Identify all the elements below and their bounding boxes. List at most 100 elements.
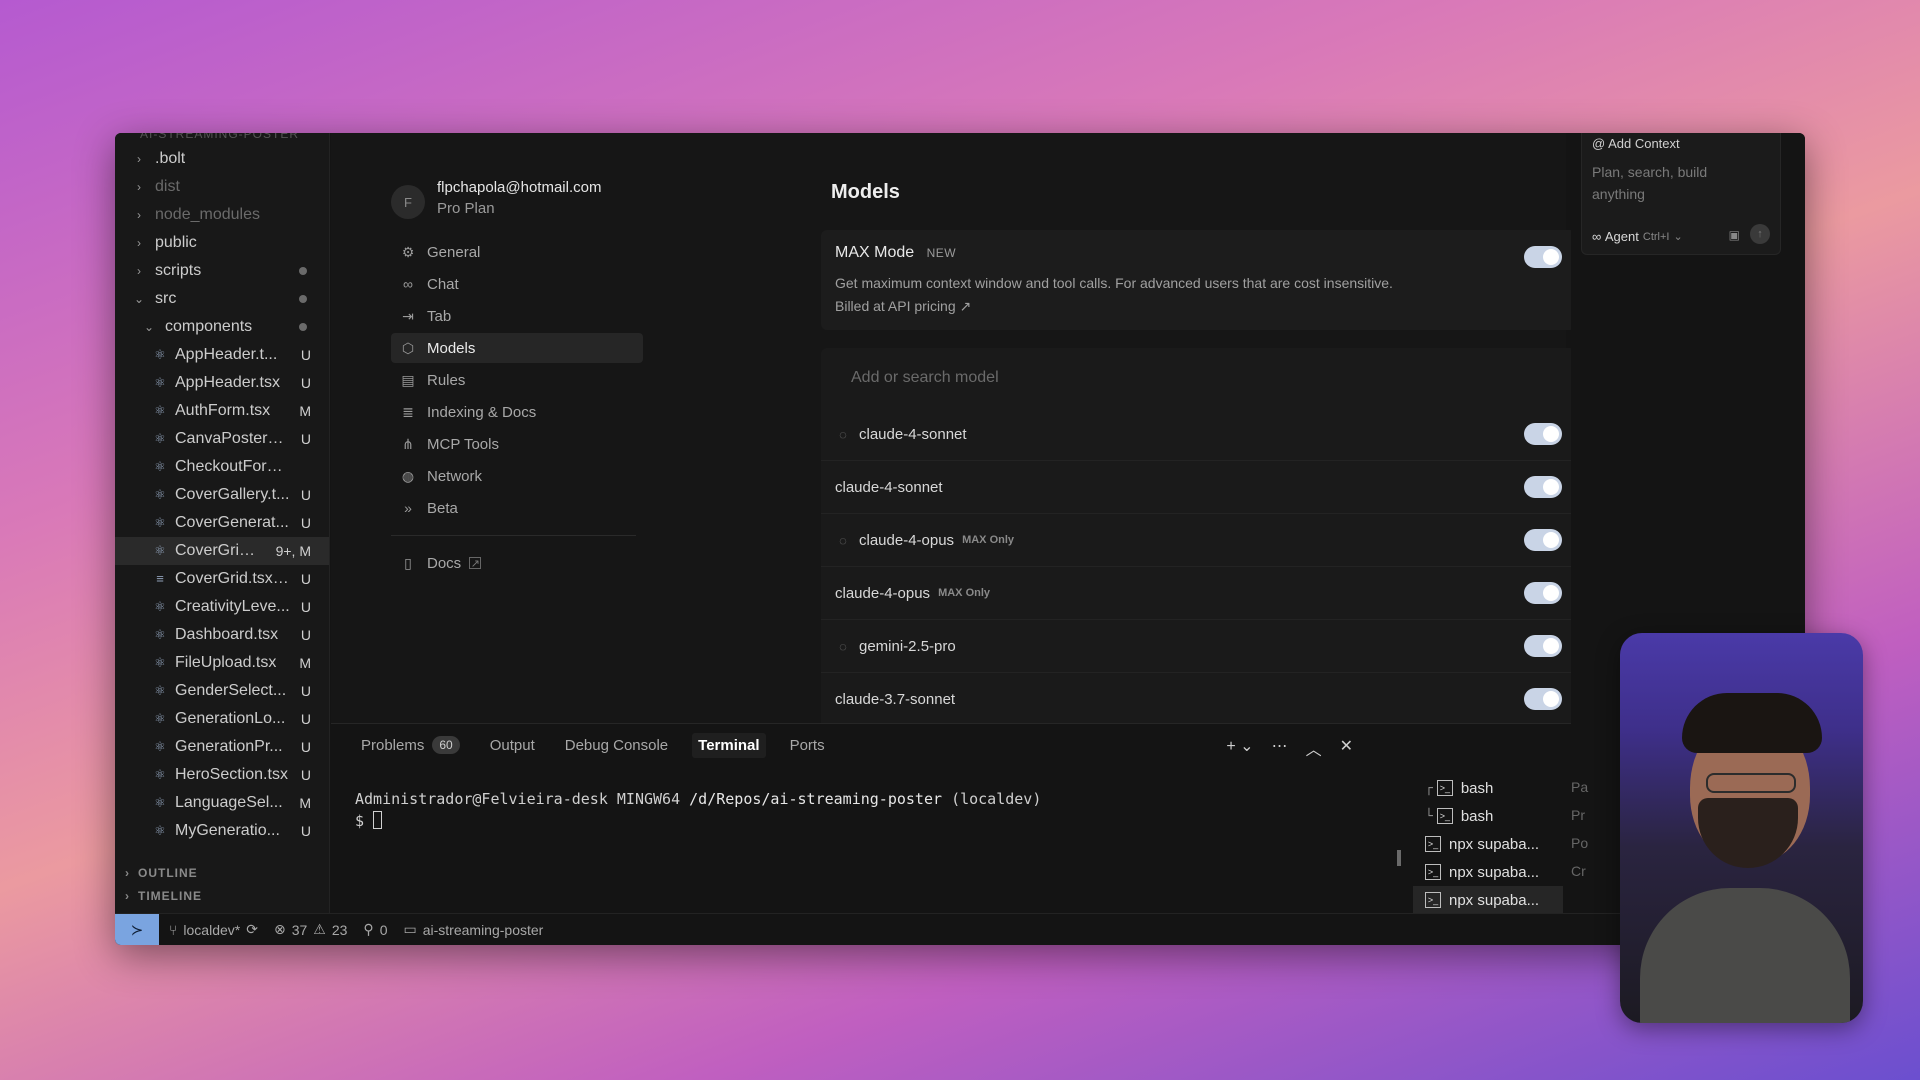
folder-item[interactable]: › node_modules (115, 201, 329, 229)
model-toggle[interactable] (1524, 423, 1562, 445)
nav-item-chat[interactable]: ∞ Chat (391, 269, 643, 299)
terminal-instance[interactable]: >_ npx supaba... (1413, 858, 1563, 886)
file-item[interactable]: ⚛ Dashboard.tsx U (115, 621, 329, 649)
model-toggle[interactable] (1524, 688, 1562, 710)
brain-icon: ◌ (839, 426, 847, 442)
model-list-card: ◌ claude-4-sonnet claude-4-sonnet ◌ claude-4… (821, 348, 1576, 738)
new-terminal-icon[interactable]: + ⌄ (1226, 736, 1253, 760)
model-toggle[interactable] (1524, 529, 1562, 551)
tab-terminal[interactable]: Terminal (692, 732, 766, 758)
file-item[interactable]: ⚛ GenderSelect... U (115, 677, 329, 705)
agent-shortcut: Ctrl+I (1642, 230, 1670, 243)
file-item[interactable]: ≡ CoverGrid.tsx.... U (115, 565, 329, 593)
chat-history-item[interactable]: Pr (1571, 801, 1588, 829)
branch-indicator[interactable]: ⑂ localdev* ⟳ (169, 921, 258, 938)
remote-indicator[interactable]: ≻ (115, 914, 159, 945)
tab-output[interactable]: Output (484, 733, 541, 758)
chat-history-item[interactable]: Pa (1571, 773, 1588, 801)
nav-item-beta[interactable]: » Beta (391, 493, 643, 523)
terminal-scrollbar[interactable] (1397, 850, 1401, 866)
api-pricing-link[interactable]: Billed at API pricing ↗ (835, 295, 1562, 318)
react-file-icon: ⚛ (154, 487, 166, 502)
close-icon[interactable]: ✕ (1340, 736, 1353, 760)
nav-item-rules[interactable]: ▤ Rules (391, 365, 643, 395)
file-item[interactable]: ⚛ CanvaPosterG... U (115, 425, 329, 453)
folder-indicator[interactable]: ▭ ai-streaming-poster (403, 921, 543, 938)
terminal-instance[interactable]: ┌ >_ bash (1413, 774, 1563, 802)
file-item[interactable]: ⚛ CheckoutForm.tsx (115, 453, 329, 481)
nav-item-indexing-docs[interactable]: ≣ Indexing & Docs (391, 397, 643, 427)
nav-item-network[interactable]: ◍ Network (391, 461, 643, 491)
model-toggle[interactable] (1524, 635, 1562, 657)
timeline-section[interactable]: › TIMELINE (115, 884, 329, 908)
file-item[interactable]: ⚛ CoverGallery.t... U (115, 481, 329, 509)
chat-placeholder-line2: anything (1592, 186, 1645, 202)
terminal-instance[interactable]: └ >_ bash (1413, 802, 1563, 830)
model-toggle[interactable] (1524, 582, 1562, 604)
error-count: 37 (291, 921, 308, 938)
nav-item-docs[interactable]: ▯ Docs ↗ (391, 548, 643, 578)
folder-name: ai-streaming-poster (422, 921, 544, 938)
file-item[interactable]: ⚛ AppHeader.t... U (115, 341, 329, 369)
more-icon[interactable]: ⋯ (1272, 736, 1288, 760)
chat-history-item[interactable]: Po (1571, 829, 1588, 857)
problems-indicator[interactable]: ⊗ 37 ⚠ 23 (274, 921, 347, 938)
prompt-user: Administrador@Felvieira-desk (355, 790, 608, 808)
folder-item[interactable]: ⌄ components (115, 313, 329, 341)
file-item[interactable]: ⚛ GenerationPr... U (115, 733, 329, 761)
file-item[interactable]: ⚛ CreativityLeve... U (115, 593, 329, 621)
tree-item-label: Dashboard.tsx (175, 626, 279, 643)
send-button[interactable]: ↑ (1750, 224, 1770, 244)
chat-history-item[interactable]: Cr (1571, 857, 1588, 885)
model-toggle[interactable] (1524, 476, 1562, 498)
tree-item-label: .bolt (155, 150, 186, 167)
tab-problems[interactable]: Problems 60 (355, 732, 466, 758)
file-item[interactable]: ⚛ CoverGrid... 9+, M (115, 537, 329, 565)
tab-ports[interactable]: Ports (784, 733, 831, 758)
nav-item-label: Indexing & Docs (427, 403, 537, 421)
agent-mode-selector[interactable]: ∞ Agent Ctrl+I ⌄ (1592, 229, 1683, 244)
terminal-instance[interactable]: >_ npx supaba... (1413, 886, 1563, 914)
chevron-right-icon: › (137, 208, 141, 222)
ide-window: AI-STREAMING-POSTER › .bolt › dist › node_mod… (115, 133, 1805, 945)
folder-item[interactable]: › public (115, 229, 329, 257)
file-item[interactable]: ⚛ LanguageSel... M (115, 789, 329, 817)
terminal-cursor (373, 811, 383, 829)
file-item[interactable]: ⚛ CoverGenerat... U (115, 509, 329, 537)
tree-item-label: scripts (155, 262, 202, 279)
file-item[interactable]: ⚛ MyGeneratio... U (115, 817, 329, 845)
add-context-button[interactable]: @ Add Context (1592, 136, 1770, 151)
file-item[interactable]: ⚛ FileUpload.tsx M (115, 649, 329, 677)
nav-item-models[interactable]: ⬡ Models (391, 333, 643, 363)
file-item[interactable]: ⚛ HeroSection.tsx U (115, 761, 329, 789)
folder-item[interactable]: ⌄ src (115, 285, 329, 313)
model-search-input[interactable] (821, 348, 1576, 408)
settings-panel: F flpchapola@hotmail.com Pro Plan ⚙ Gener… (331, 133, 1576, 738)
nav-item-general[interactable]: ⚙ General (391, 237, 643, 267)
terminal-instance[interactable]: >_ npx supaba... (1413, 830, 1563, 858)
problems-count-badge: 60 (432, 736, 460, 754)
nav-item-tab[interactable]: ⇥ Tab (391, 301, 643, 331)
folder-item[interactable]: › scripts (115, 257, 329, 285)
chat-input-box[interactable]: @ Add Context Plan, search, build anythi… (1581, 133, 1781, 255)
file-item[interactable]: ⚛ GenerationLo... U (115, 705, 329, 733)
nav-item-mcp-tools[interactable]: ⋔ MCP Tools (391, 429, 643, 459)
tab-debug-console[interactable]: Debug Console (559, 733, 674, 758)
agent-label: Agent (1604, 229, 1639, 244)
tree-item-label: GenerationPr... (175, 738, 283, 755)
maximize-panel-icon[interactable]: ︿ (1306, 736, 1322, 760)
react-file-icon: ⚛ (154, 459, 166, 474)
modified-dot (299, 323, 307, 331)
outline-section[interactable]: › OUTLINE (115, 861, 329, 885)
model-row: claude-3.7-sonnet (821, 673, 1576, 726)
chevron-down-icon: ⌄ (143, 320, 155, 334)
terminal-output[interactable]: Administrador@Felvieira-desk MINGW64 /d/… (355, 788, 1041, 832)
ports-indicator[interactable]: ⚲ 0 (363, 921, 387, 938)
file-item[interactable]: ⚛ AuthForm.tsx M (115, 397, 329, 425)
max-mode-toggle[interactable] (1524, 246, 1562, 268)
image-icon[interactable]: ▣ (1729, 228, 1740, 242)
folder-item[interactable]: › dist (115, 173, 329, 201)
folder-item[interactable]: › .bolt (115, 145, 329, 173)
file-item[interactable]: ⚛ AppHeader.tsx U (115, 369, 329, 397)
account-info: F flpchapola@hotmail.com Pro Plan (391, 179, 601, 219)
